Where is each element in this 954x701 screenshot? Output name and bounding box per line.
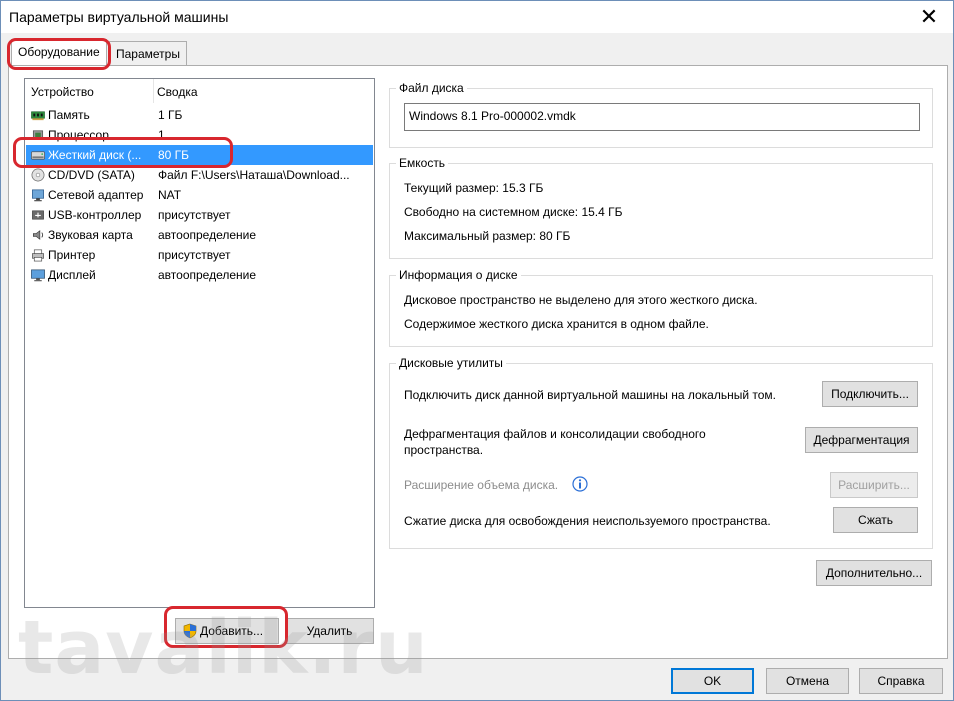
- defrag-text-line-2: пространства.: [404, 443, 484, 457]
- device-name: Процессор: [48, 128, 109, 142]
- column-separator[interactable]: [153, 79, 154, 103]
- device-summary: 80 ГБ: [158, 148, 190, 162]
- tab-hardware[interactable]: Оборудование: [11, 39, 107, 65]
- cd-dvd-icon: [31, 168, 45, 182]
- disk-utilities-label: Дисковые утилиты: [396, 356, 506, 370]
- hard-disk-icon: [31, 151, 45, 160]
- device-list[interactable]: Устройство Сводка Память 1 ГБ Процессор 1 Же…: [24, 78, 375, 608]
- device-row[interactable]: USB-контроллер присутствует: [26, 205, 373, 225]
- device-name: Жесткий диск (...: [48, 148, 142, 162]
- window-title: Параметры виртуальной машины: [9, 9, 229, 25]
- disk-info-label: Информация о диске: [396, 268, 521, 282]
- expand-disk-button[interactable]: Расширить...: [830, 472, 918, 498]
- expand-disk-text: Расширение объема диска.: [404, 478, 559, 492]
- device-summary: присутствует: [158, 208, 231, 222]
- info-icon[interactable]: [572, 476, 588, 492]
- device-summary: автоопределение: [158, 228, 257, 242]
- disk-file-label: Файл диска: [396, 81, 467, 95]
- disk-file-field[interactable]: Windows 8.1 Pro-000002.vmdk: [404, 103, 920, 131]
- device-summary: присутствует: [158, 248, 231, 262]
- display-icon: [31, 269, 45, 282]
- sound-card-icon: [33, 230, 44, 240]
- device-row[interactable]: Память 1 ГБ: [26, 105, 373, 125]
- device-summary: NAT: [158, 188, 182, 202]
- free-space-text: Свободно на системном диске: 15.4 ГБ: [404, 205, 623, 219]
- device-row[interactable]: CD/DVD (SATA) Файл F:\Users\Наташа\Downlo…: [26, 165, 373, 185]
- add-device-button[interactable]: Добавить...: [175, 618, 279, 644]
- usb-icon: [32, 210, 44, 220]
- cancel-button[interactable]: Отмена: [766, 668, 849, 694]
- device-row[interactable]: Жесткий диск (... 80 ГБ: [26, 145, 373, 165]
- device-row[interactable]: Процессор 1: [26, 125, 373, 145]
- advanced-button[interactable]: Дополнительно...: [816, 560, 932, 586]
- disk-file-group: Файл диска Windows 8.1 Pro-000002.vmdk: [389, 81, 933, 148]
- disk-utilities-group: Дисковые утилиты Подключить диск данной …: [389, 356, 933, 549]
- map-disk-button[interactable]: Подключить...: [822, 381, 918, 407]
- processor-icon: [32, 130, 44, 140]
- device-summary: автоопределение: [158, 268, 257, 282]
- device-name: Дисплей: [48, 268, 96, 282]
- column-header-device[interactable]: Устройство: [31, 85, 94, 99]
- ok-button[interactable]: OK: [671, 668, 754, 694]
- device-list-header: Устройство Сводка: [25, 79, 374, 105]
- device-name: Звуковая карта: [48, 228, 133, 242]
- device-row[interactable]: Дисплей автоопределение: [26, 265, 373, 285]
- current-size-text: Текущий размер: 15.3 ГБ: [404, 181, 544, 195]
- printer-icon: [32, 249, 44, 262]
- disk-info-line-1: Дисковое пространство не выделено для эт…: [404, 293, 758, 307]
- compact-disk-text: Сжатие диска для освобождения неиспользу…: [404, 514, 771, 528]
- column-header-summary[interactable]: Сводка: [157, 85, 198, 99]
- capacity-label: Емкость: [396, 156, 449, 170]
- compact-disk-button[interactable]: Сжать: [833, 507, 918, 533]
- shield-icon: [183, 623, 197, 639]
- max-size-text: Максимальный размер: 80 ГБ: [404, 229, 571, 243]
- capacity-group: Емкость Текущий размер: 15.3 ГБ Свободно…: [389, 156, 933, 259]
- device-summary: 1 ГБ: [158, 108, 183, 122]
- device-row[interactable]: Звуковая карта автоопределение: [26, 225, 373, 245]
- hardware-panel: Устройство Сводка Память 1 ГБ Процессор 1 Же…: [8, 65, 948, 659]
- network-adapter-icon: [32, 189, 44, 202]
- close-icon[interactable]: ✕: [913, 4, 945, 30]
- defragment-button[interactable]: Дефрагментация: [805, 427, 918, 453]
- map-disk-text: Подключить диск данной виртуальной машин…: [404, 388, 777, 402]
- defrag-text-line-1: Дефрагментация файлов и консолидации сво…: [404, 427, 706, 441]
- device-name: CD/DVD (SATA): [48, 168, 135, 182]
- add-device-label: Добавить...: [200, 624, 264, 638]
- help-button[interactable]: Справка: [859, 668, 943, 694]
- memory-icon: [31, 111, 45, 121]
- tab-options[interactable]: Параметры: [109, 41, 187, 65]
- disk-info-group: Информация о диске Дисковое пространство…: [389, 268, 933, 347]
- device-name: Память: [48, 108, 90, 122]
- device-summary: 1: [158, 128, 165, 142]
- vm-settings-window: Параметры виртуальной машины ✕ Оборудова…: [0, 0, 954, 701]
- title-bar: Параметры виртуальной машины ✕: [1, 1, 953, 33]
- device-name: USB-контроллер: [48, 208, 142, 222]
- device-row[interactable]: Принтер присутствует: [26, 245, 373, 265]
- device-name: Сетевой адаптер: [48, 188, 144, 202]
- device-row[interactable]: Сетевой адаптер NAT: [26, 185, 373, 205]
- device-name: Принтер: [48, 248, 96, 262]
- remove-device-button[interactable]: Удалить: [285, 618, 374, 644]
- device-summary: Файл F:\Users\Наташа\Download...: [158, 168, 350, 182]
- disk-info-line-2: Содержимое жесткого диска хранится в одн…: [404, 317, 709, 331]
